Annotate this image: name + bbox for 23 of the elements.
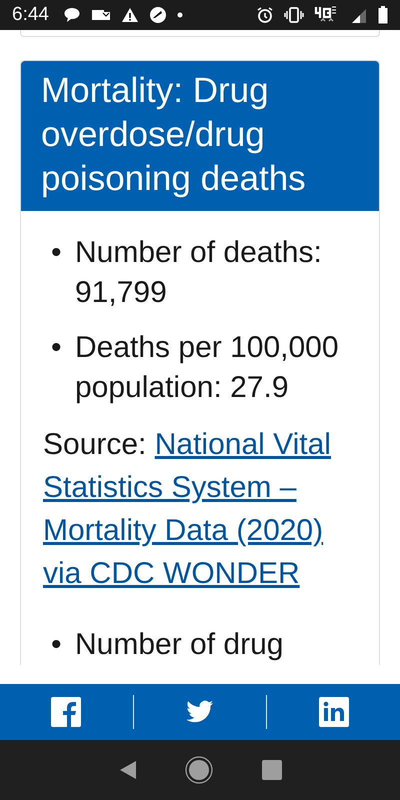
battery-icon [378, 6, 388, 24]
message-icon [62, 6, 81, 24]
list-item: Deaths per 100,000 population: 27.9 [75, 330, 340, 406]
bullet: • [51, 627, 63, 663]
warning-icon [120, 7, 139, 23]
dot-icon [176, 12, 183, 18]
linkedin-icon [318, 697, 349, 727]
back-icon[interactable] [118, 760, 136, 780]
list-item: Number of drug [75, 627, 284, 663]
status-time: 6:44 [12, 4, 49, 26]
vibrate-icon [284, 6, 304, 24]
bird-icon [186, 700, 214, 724]
mail-icon [90, 7, 111, 23]
bullet: • [51, 235, 63, 271]
facebook-icon [51, 697, 82, 727]
card-title: Mortality: Drug overdose/drug poisoning deaths [41, 70, 307, 200]
list-item: Number of deaths: 91,799 [75, 235, 323, 311]
source-text: Source: National Vital Statistics System – Mortality Data (2020) via CDC WONDER [43, 427, 332, 592]
bullet: • [51, 330, 63, 366]
recents-icon[interactable] [262, 760, 282, 780]
home-icon[interactable] [185, 756, 213, 784]
app-icon [148, 6, 167, 24]
alarm-icon [256, 6, 274, 24]
